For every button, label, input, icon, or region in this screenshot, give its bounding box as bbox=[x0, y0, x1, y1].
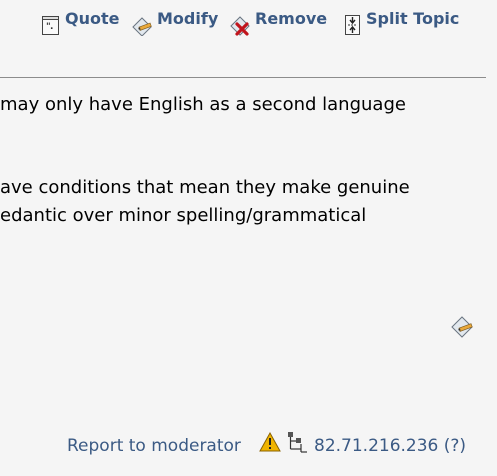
modify-label: Modify bbox=[157, 9, 219, 28]
split-topic-button[interactable]: Split Topic bbox=[342, 10, 472, 36]
post-text-line: may only have English as a second langua… bbox=[0, 94, 406, 115]
post-text-line: edantic over minor spelling/grammatical bbox=[0, 205, 367, 226]
modify-button[interactable]: Modify bbox=[131, 10, 223, 36]
modify-icon bbox=[132, 17, 152, 36]
post-toolbar: " . Quote Modify Remove Split Topic bbox=[0, 10, 497, 36]
post-text-line: ave conditions that mean they make genui… bbox=[0, 177, 410, 198]
quote-icon: " . bbox=[42, 16, 59, 35]
svg-text:.: . bbox=[50, 22, 53, 32]
split-topic-label: Split Topic bbox=[366, 9, 460, 28]
remove-button[interactable]: Remove bbox=[229, 10, 333, 36]
remove-label: Remove bbox=[255, 9, 328, 28]
report-to-moderator-link[interactable]: Report to moderator bbox=[67, 436, 241, 456]
modify-icon[interactable] bbox=[450, 314, 474, 338]
remove-icon bbox=[230, 16, 250, 36]
ip-address-link[interactable]: 82.71.216.236 (?) bbox=[314, 436, 466, 456]
warning-icon bbox=[259, 432, 281, 452]
ip-tree-icon bbox=[288, 432, 307, 453]
quote-label: Quote bbox=[65, 9, 120, 28]
split-topic-icon bbox=[345, 15, 360, 35]
post-divider bbox=[0, 77, 486, 78]
quote-button[interactable]: " . Quote bbox=[40, 10, 124, 36]
